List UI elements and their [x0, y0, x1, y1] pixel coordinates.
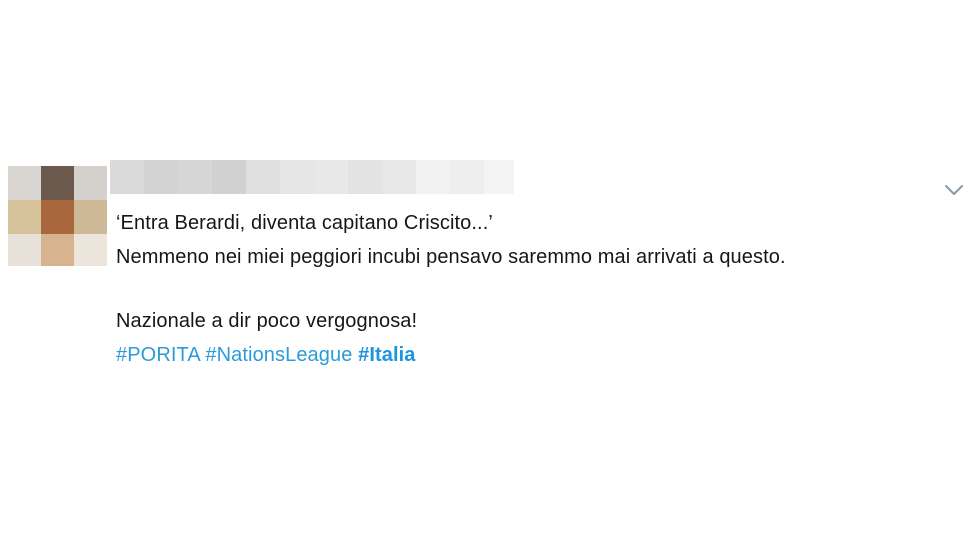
tweet-card: ‘Entra Berardi, diventa capitano Criscit…: [0, 0, 978, 544]
tweet-text-line: ‘Entra Berardi, diventa capitano Criscit…: [116, 212, 493, 234]
avatar[interactable]: [8, 166, 107, 266]
avatar-pixel: [74, 200, 107, 234]
chevron-down-icon[interactable]: [942, 180, 966, 200]
tweet-text-line: Nazionale a dir poco vergognosa!: [116, 310, 418, 332]
hashtag-link[interactable]: #PORITA: [116, 344, 200, 366]
avatar-pixel: [8, 234, 41, 266]
avatar-pixel: [74, 166, 107, 200]
avatar-pixel: [8, 200, 41, 234]
hashtag-list: #PORITA #NationsLeague #Italia: [116, 338, 936, 372]
blurred-username[interactable]: [110, 160, 514, 194]
avatar-pixel: [8, 166, 41, 200]
avatar-pixel: [41, 234, 74, 266]
avatar-pixel: [41, 166, 74, 200]
tweet-text: ‘Entra Berardi, diventa capitano Criscit…: [116, 206, 936, 372]
hashtag-link[interactable]: #NationsLeague: [205, 344, 352, 366]
avatar-pixel: [74, 234, 107, 266]
avatar-pixel: [41, 200, 74, 234]
hashtag-link[interactable]: #Italia: [358, 344, 415, 366]
tweet-text-line: Nemmeno nei miei peggiori incubi pensavo…: [116, 246, 786, 268]
